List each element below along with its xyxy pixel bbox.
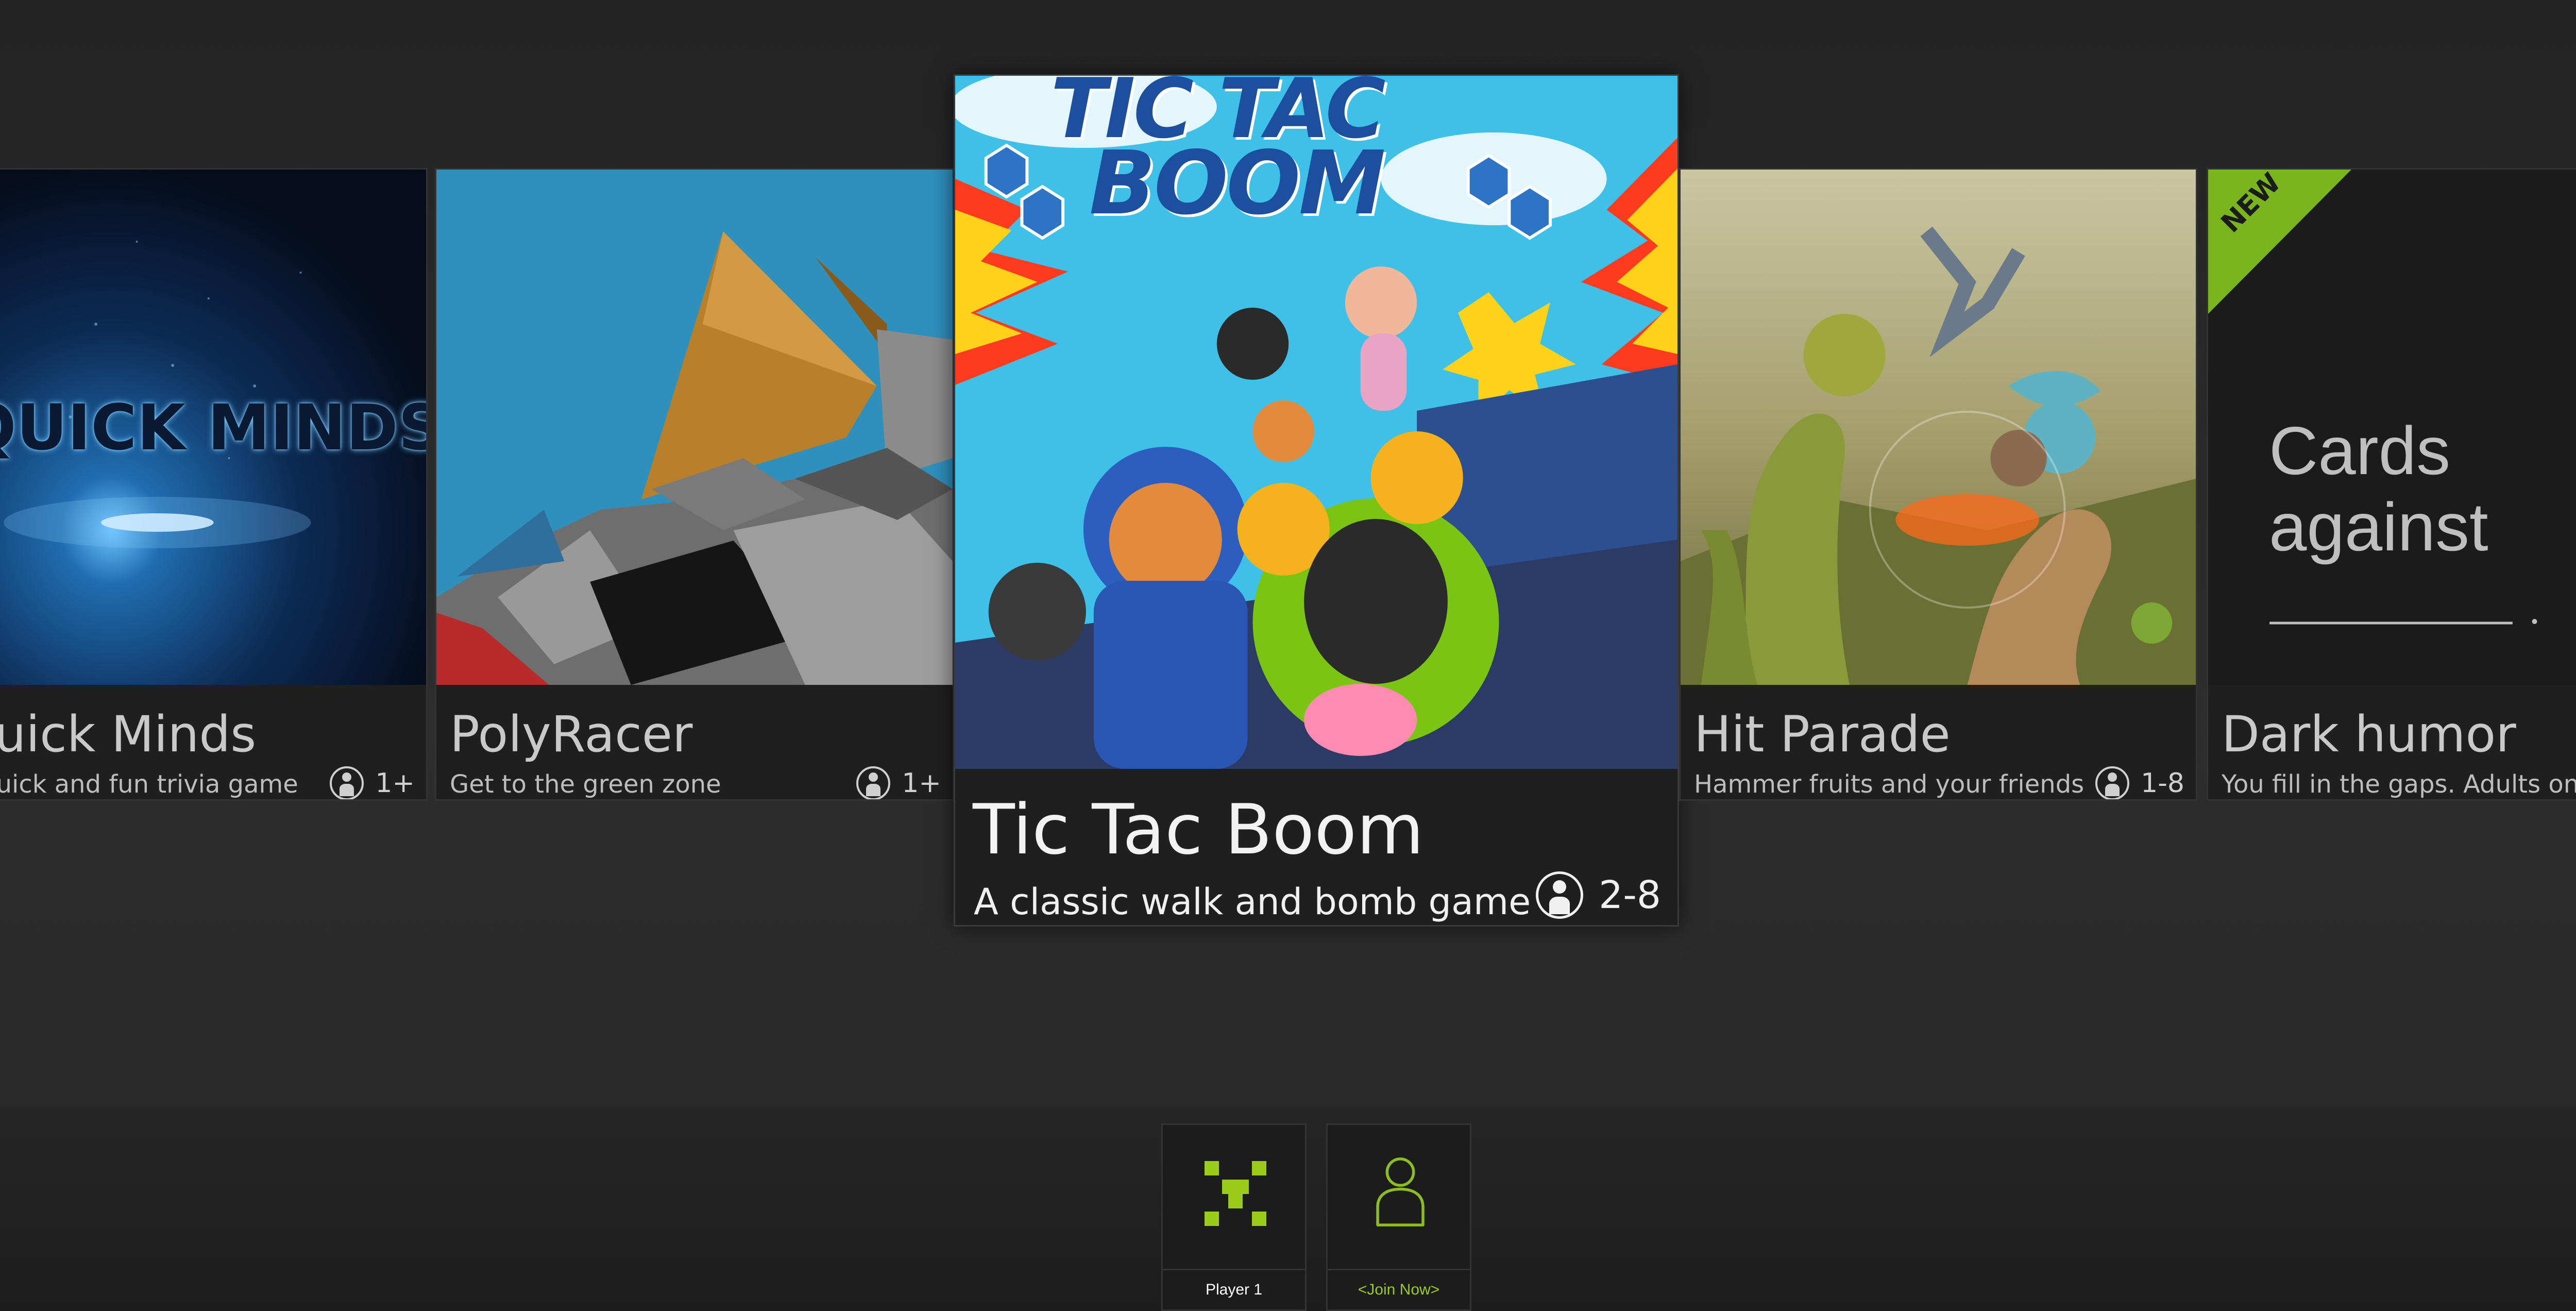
game-card-tic-tac-boom[interactable]: TIC TAC BOOM Tic Tac Boom A classic walk… (954, 74, 1679, 927)
game-art-quick-minds: QUICK MINDS (0, 170, 426, 685)
player-count-icon (2095, 766, 2130, 799)
dark-humor-art-line2: against (2269, 489, 2488, 565)
game-card-dark-humor[interactable]: NEW Cards against Dark humor You fill in… (2207, 168, 2576, 801)
game-art-dark-humor: NEW Cards against (2208, 170, 2576, 685)
player-count: 1-8 (2095, 766, 2184, 799)
player-count: 1+ (330, 766, 415, 799)
game-card-hit-parade[interactable]: Hit Parade Hammer fruits and your friend… (1679, 168, 2197, 801)
game-title: PolyRacer (450, 705, 693, 763)
player-count-value: 1+ (375, 768, 415, 799)
game-title: Dark humor (2222, 705, 2516, 763)
game-title: Hit Parade (1694, 705, 1951, 763)
join-now-slot[interactable]: <Join Now> (1326, 1123, 1471, 1311)
person-outline-icon (1376, 1157, 1425, 1226)
player-count-icon (330, 766, 364, 799)
player-count-value: 2-8 (1599, 873, 1661, 917)
player-count-icon (856, 766, 891, 799)
player-glyph-icon (1205, 1161, 1266, 1226)
player-count: 1+ (856, 766, 941, 799)
game-art-tic-tac-boom: TIC TAC BOOM (955, 76, 1677, 769)
game-card-polyracer[interactable]: PolyRacer Get to the green zone 1+ (435, 168, 954, 801)
tic-tac-boom-logo-bottom: BOOM (1089, 132, 1386, 234)
game-art-polyracer (436, 170, 953, 685)
game-title: Tic Tac Boom (973, 789, 1424, 870)
game-description: Hammer fruits and your friends (1694, 770, 2084, 799)
player-count-value: 1+ (902, 768, 941, 799)
player-count-value: 1-8 (2141, 768, 2184, 799)
quick-minds-art-text: QUICK MINDS (0, 391, 426, 464)
game-card-quick-minds[interactable]: QUICK MINDS Quick Minds A quick and fun … (0, 168, 428, 801)
dark-humor-art-line1: Cards (2269, 413, 2451, 489)
game-title: Quick Minds (0, 705, 257, 763)
player-slot-label: Player 1 (1163, 1269, 1305, 1309)
player-slot-1[interactable]: Player 1 (1161, 1123, 1307, 1311)
player-count-icon (1536, 871, 1584, 919)
game-description: You fill in the gaps. Adults only. (2222, 770, 2576, 799)
game-carousel: QUICK MINDS Quick Minds A quick and fun … (0, 0, 2576, 1092)
game-art-hit-parade (1681, 170, 2196, 685)
player-count: 2-8 (1536, 871, 1661, 919)
game-description: A classic walk and bomb game (974, 881, 1531, 923)
join-now-label: <Join Now> (1328, 1269, 1470, 1309)
game-description: Get to the green zone (450, 770, 721, 799)
game-description: A quick and fun trivia game (0, 770, 298, 799)
